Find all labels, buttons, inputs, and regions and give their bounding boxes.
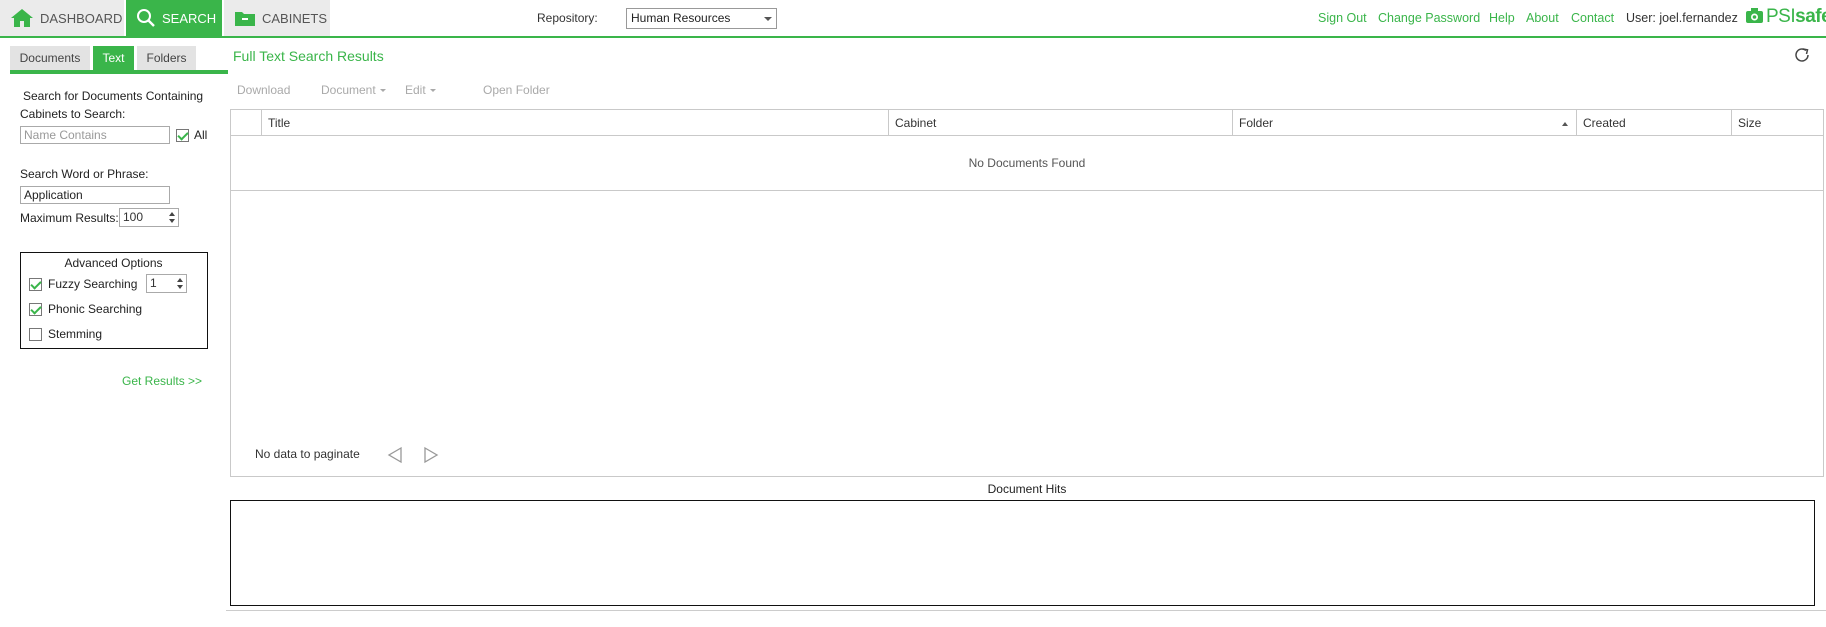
download-button[interactable]: Download xyxy=(237,83,290,97)
repository-label: Repository: xyxy=(537,11,598,25)
camera-icon xyxy=(1745,7,1764,27)
open-folder-button[interactable]: Open Folder xyxy=(483,83,550,97)
select-column-header[interactable] xyxy=(231,110,262,136)
cabinet-icon xyxy=(234,9,256,27)
page-title: Full Text Search Results xyxy=(233,48,384,64)
nav-tab-search[interactable]: SEARCH xyxy=(126,0,222,36)
tab-folders[interactable]: Folders xyxy=(137,46,196,70)
column-header-cabinet[interactable]: Cabinet xyxy=(889,110,1233,136)
refresh-icon[interactable] xyxy=(1793,46,1811,67)
nav-tab-cabinets-label: CABINETS xyxy=(262,10,328,26)
chevron-down-icon xyxy=(429,88,436,92)
stepper-up-icon[interactable] xyxy=(169,212,175,216)
previous-page-icon[interactable] xyxy=(387,446,403,467)
phonic-label: Phonic Searching xyxy=(48,302,143,316)
phrase-input[interactable]: Application xyxy=(20,186,170,204)
stepper-down-icon[interactable] xyxy=(169,219,175,223)
cabinet-name-input[interactable]: Name Contains xyxy=(20,126,170,144)
get-results-link[interactable]: Get Results >> xyxy=(122,374,202,388)
brand-text: PSIsafe xyxy=(1766,6,1826,27)
search-heading: Search for Documents Containing xyxy=(23,89,204,103)
column-header-created[interactable]: Created xyxy=(1577,110,1732,136)
stemming-label: Stemming xyxy=(48,327,103,341)
help-link[interactable]: Help xyxy=(1489,11,1515,25)
stepper-up-icon[interactable] xyxy=(177,278,183,282)
nav-tab-search-label: SEARCH xyxy=(162,10,217,26)
tab-documents[interactable]: Documents xyxy=(10,46,90,70)
max-results-stepper[interactable]: 100 xyxy=(119,208,179,227)
nav-tab-cabinets[interactable]: CABINETS xyxy=(224,0,330,36)
empty-message: No Documents Found xyxy=(231,136,1823,191)
advanced-options-title: Advanced Options xyxy=(64,256,163,270)
repository-selected-value: Human Resources xyxy=(631,11,731,25)
column-header-folder[interactable]: Folder xyxy=(1233,110,1577,136)
user-label: User: joel.fernandez xyxy=(1626,11,1738,25)
phonic-checkbox[interactable] xyxy=(29,303,42,316)
sort-ascending-icon xyxy=(1562,122,1568,126)
about-link[interactable]: About xyxy=(1526,11,1559,25)
next-page-icon[interactable] xyxy=(423,446,439,467)
stepper-down-icon[interactable] xyxy=(177,285,183,289)
column-header-title[interactable]: Title xyxy=(262,110,889,136)
top-navigation-bar: DASHBOARD SEARCH CABINETS Repository: Hu… xyxy=(0,0,1826,38)
nav-tab-dashboard-label: DASHBOARD xyxy=(40,10,123,26)
fuzzy-level-stepper[interactable]: 1 xyxy=(146,274,187,293)
results-table: Title Cabinet Folder Created Size No Doc… xyxy=(230,109,1824,477)
search-icon xyxy=(136,8,156,28)
fuzzy-checkbox[interactable] xyxy=(29,278,42,291)
max-results-label: Maximum Results: xyxy=(20,211,119,225)
all-cabinets-checkbox[interactable] xyxy=(176,129,189,142)
left-panel-tabs: Documents Text Folders xyxy=(10,46,228,74)
fuzzy-level-value: 1 xyxy=(150,276,157,290)
change-password-link[interactable]: Change Password xyxy=(1378,11,1480,25)
max-results-value: 100 xyxy=(123,210,144,224)
all-cabinets-label: All xyxy=(194,128,208,142)
repository-select[interactable]: Human Resources xyxy=(626,8,777,29)
sign-out-link[interactable]: Sign Out xyxy=(1318,11,1367,25)
edit-menu-button[interactable]: Edit xyxy=(405,83,436,97)
stemming-checkbox[interactable] xyxy=(29,328,42,341)
fuzzy-label: Fuzzy Searching xyxy=(48,277,138,291)
nav-tab-dashboard[interactable]: DASHBOARD xyxy=(0,0,124,36)
home-icon xyxy=(10,8,34,28)
chevron-down-icon xyxy=(379,88,386,92)
footer-divider xyxy=(226,610,1826,611)
cabinets-label: Cabinets to Search: xyxy=(20,107,126,121)
chevron-down-icon xyxy=(764,17,772,21)
document-hits-panel xyxy=(230,500,1815,606)
tab-text[interactable]: Text xyxy=(93,46,134,70)
phrase-label: Search Word or Phrase: xyxy=(20,167,149,181)
advanced-options-box: Advanced Options Fuzzy Searching 1 Phoni… xyxy=(20,252,208,349)
table-header: Title Cabinet Folder Created Size xyxy=(231,110,1823,136)
document-hits-label: Document Hits xyxy=(987,482,1067,496)
brand-logo: PSIsafe xyxy=(1745,6,1826,28)
document-menu-button[interactable]: Document xyxy=(321,83,386,97)
contact-link[interactable]: Contact xyxy=(1571,11,1614,25)
pager-text: No data to paginate xyxy=(255,447,360,461)
column-header-size[interactable]: Size xyxy=(1732,110,1824,136)
